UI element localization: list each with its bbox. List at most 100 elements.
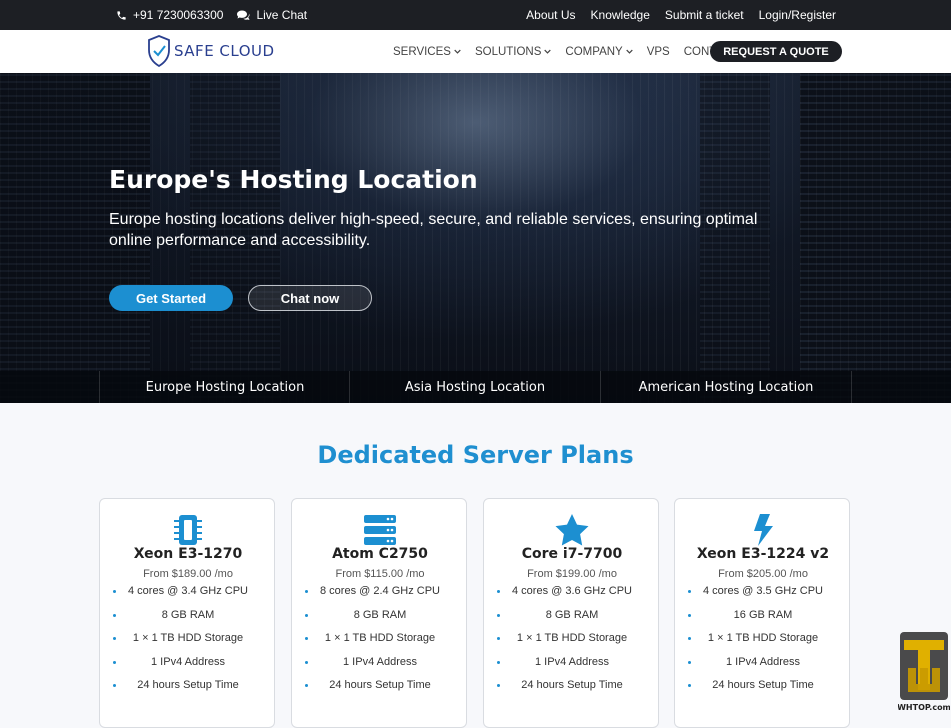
nav-item-label: SERVICES [393,45,451,58]
plan-feature: 4 cores @ 3.6 GHz CPU [484,585,660,609]
site-logo[interactable]: SAFE CLOUD [147,35,275,67]
submit-ticket-link[interactable]: Submit a ticket [665,8,744,22]
bullet-icon [113,613,116,617]
plan-price: From $199.00 /mo [527,568,617,580]
plan-feature: 24 hours Setup Time [675,679,851,703]
plan-features: 8 cores @ 2.4 GHz CPU 8 GB RAM 1 × 1 TB … [292,585,468,703]
watermark-text: WHTOP.com [898,703,950,712]
knowledge-link[interactable]: Knowledge [591,8,650,22]
bullet-icon [497,660,500,664]
get-started-button[interactable]: Get Started [109,285,233,311]
chevron-down-icon [454,49,461,54]
bullet-icon [497,590,500,593]
whtop-watermark-logo: WHTOP.com [898,632,950,712]
bolt-icon [754,514,773,546]
chevron-down-icon [625,49,633,54]
plan-name: Atom C2750 [332,546,428,562]
plan-card[interactable]: Xeon E3-1224 v2 From $205.00 /mo 4 cores… [674,498,850,728]
login-register-link[interactable]: Login/Register [759,8,836,22]
top-bar-links: About Us Knowledge Submit a ticket Login… [526,0,836,30]
plan-price: From $205.00 /mo [718,568,808,580]
plans-section-title: Dedicated Server Plans [317,441,634,469]
phone-number: +91 7230063300 [133,8,224,22]
nav-item-label: COMPANY [565,45,623,58]
plan-feature: 4 cores @ 3.4 GHz CPU [100,585,276,609]
plan-features: 4 cores @ 3.6 GHz CPU 8 GB RAM 1 × 1 TB … [484,585,660,703]
plan-features: 4 cores @ 3.5 GHz CPU 16 GB RAM 1 × 1 TB… [675,585,851,703]
plan-card[interactable]: Xeon E3-1270 From $189.00 /mo 4 cores @ … [99,498,275,728]
plan-feature: 1 IPv4 Address [100,656,276,680]
tab-europe-hosting[interactable]: Europe Hosting Location [99,371,350,403]
server-icon [364,515,396,545]
live-chat-label: Live Chat [256,8,308,22]
bullet-icon [497,637,500,640]
plan-feature: 4 cores @ 3.5 GHz CPU [675,585,851,609]
nav-item-label: VPS [646,45,670,58]
request-quote-button[interactable]: REQUEST A QUOTE [710,41,842,62]
plan-feature: 24 hours Setup Time [100,679,276,703]
plan-feature: 1 × 1 TB HDD Storage [100,632,276,656]
chevron-down-icon [544,49,552,54]
tab-american-hosting[interactable]: American Hosting Location [600,371,852,403]
plan-feature: 8 cores @ 2.4 GHz CPU [292,585,468,609]
top-bar: +91 7230063300 Live Chat About Us Knowle… [0,0,951,30]
star-icon [555,514,589,546]
nav-item-solutions[interactable]: SOLUTIONS [474,45,552,58]
main-nav: SAFE CLOUD SERVICES SOLUTIONS COMPANY VP… [0,30,951,74]
bullet-icon [113,637,116,640]
plan-feature: 16 GB RAM [675,609,851,633]
nav-item-vps[interactable]: VPS [647,46,670,58]
logo-text: SAFE CLOUD [174,42,275,60]
plan-feature: 24 hours Setup Time [292,679,468,703]
plan-price: From $115.00 /mo [335,568,425,580]
nav-menu: SERVICES SOLUTIONS COMPANY VPS CONTACT [393,30,738,73]
hero-banner: Europe's Hosting Location Europe hosting… [0,73,951,403]
bullet-icon [688,613,691,617]
plan-features: 4 cores @ 3.4 GHz CPU 8 GB RAM 1 × 1 TB … [100,585,276,703]
bullet-icon [497,613,500,617]
live-chat-link[interactable]: Live Chat [237,8,307,22]
plan-feature: 1 × 1 TB HDD Storage [292,632,468,656]
plan-name: Core i7-7700 [521,546,623,562]
location-tabs: Europe Hosting Location Asia Hosting Loc… [0,371,951,403]
bullet-icon [305,637,308,640]
top-bar-contact: +91 7230063300 Live Chat [116,0,307,30]
plan-price: From $189.00 /mo [143,568,233,580]
bullet-icon [305,660,308,664]
plan-feature: 1 IPv4 Address [675,656,851,680]
hero-title: Europe's Hosting Location [109,165,478,194]
phone-link[interactable]: +91 7230063300 [116,8,223,22]
about-us-link[interactable]: About Us [526,8,575,22]
plan-card[interactable]: Core i7-7700 From $199.00 /mo 4 cores @ … [483,498,659,728]
phone-icon [117,10,126,20]
plan-feature: 1 × 1 TB HDD Storage [675,632,851,656]
bullet-icon [113,684,116,687]
shield-check-icon [148,35,170,67]
plan-name: Xeon E3-1270 [133,546,243,562]
plan-feature: 1 IPv4 Address [484,656,660,680]
nav-item-label: SOLUTIONS [474,45,542,58]
plan-feature: 8 GB RAM [292,609,468,633]
nav-item-company[interactable]: COMPANY [565,45,633,58]
bullet-icon [688,590,691,593]
bullet-icon [305,684,308,687]
plan-feature: 1 × 1 TB HDD Storage [484,632,660,656]
tab-asia-hosting[interactable]: Asia Hosting Location [349,371,600,403]
plan-feature: 24 hours Setup Time [484,679,660,703]
bullet-icon [497,684,500,687]
plan-name: Xeon E3-1224 v2 [696,546,830,562]
bullet-icon [688,637,691,640]
hero-subtitle: Europe hosting locations deliver high-sp… [109,211,758,249]
plan-feature: 8 GB RAM [484,609,660,633]
chat-now-button[interactable]: Chat now [248,285,372,311]
bullet-icon [688,684,691,687]
bullet-icon [305,590,308,593]
nav-item-services[interactable]: SERVICES [393,46,461,58]
bullet-icon [113,590,116,593]
plan-feature: 8 GB RAM [100,609,276,633]
bullet-icon [305,613,308,617]
chat-bubbles-icon [237,10,250,20]
plan-feature: 1 IPv4 Address [292,656,468,680]
bullet-icon [688,660,691,664]
plan-card[interactable]: Atom C2750 From $115.00 /mo 8 cores @ 2.… [291,498,467,728]
